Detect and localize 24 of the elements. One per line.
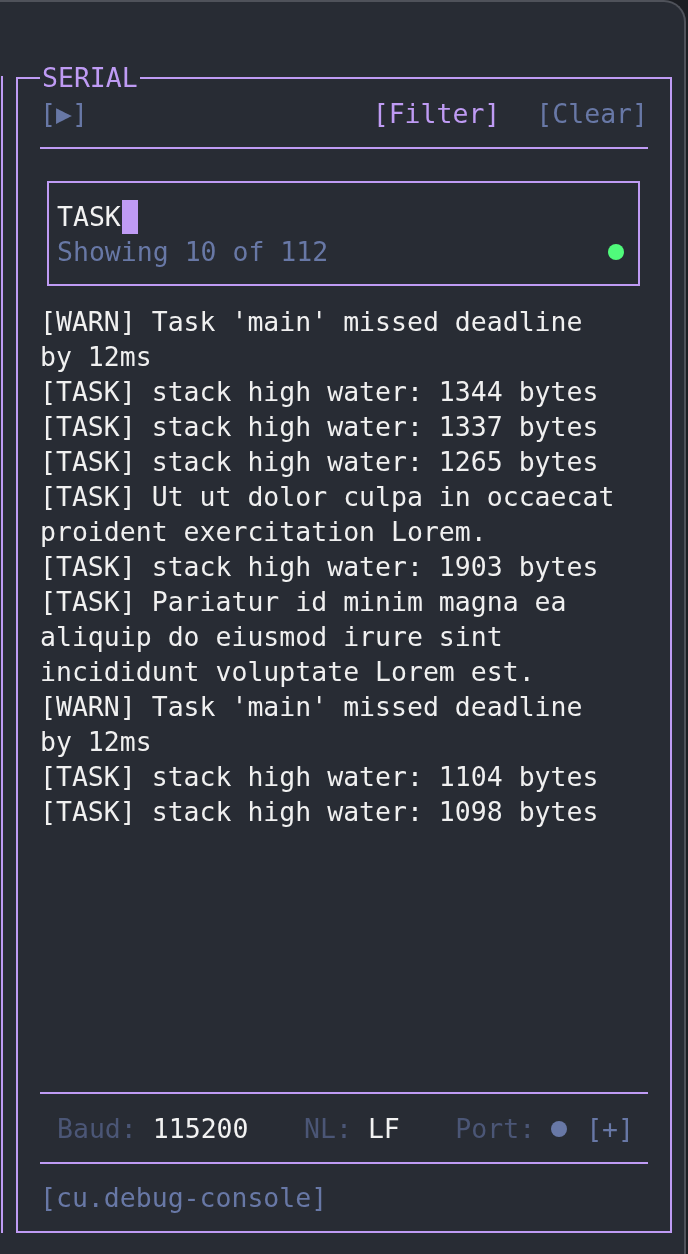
log-line: [TASK] stack high water: 1104 bytes <box>40 760 600 794</box>
log-line: [TASK] stack high water: 1344 bytes <box>40 375 600 409</box>
baud-value: 115200 <box>152 1112 249 1146</box>
log-line: [WARN] Task 'main' missed deadline by 12ms <box>40 690 584 759</box>
log-line: [TASK] stack high water: 1903 bytes <box>40 550 600 584</box>
match-count: Showing 10 of 112 <box>57 235 329 269</box>
log-line: [TASK] Pariatur id minim magna ea aliquip do eiusmod irure sint incididunt voluptate Lorem est. <box>40 585 568 689</box>
log-line: [WARN] Task 'main' missed deadline by 12ms <box>40 305 584 374</box>
log-line: [TASK] Ut ut dolor culpa in occaecat proident exercitation Lorem. <box>40 480 616 549</box>
console-name: [cu.debug-console] <box>40 1182 328 1213</box>
filter-value: TASK <box>57 200 121 234</box>
clear-button[interactable]: [Clear] <box>536 95 648 131</box>
filter-field[interactable]: TASK Showing 10 of 112 <box>47 181 640 286</box>
log-line: [TASK] stack high water: 1265 bytes <box>40 445 600 479</box>
panel-title: SERIAL <box>41 62 139 94</box>
play-button[interactable]: [▶] <box>40 95 88 131</box>
port-label: Port: <box>455 1112 536 1146</box>
log-line: [TASK] stack high water: 1337 bytes <box>40 410 600 444</box>
newline-value: LF <box>367 1112 400 1146</box>
filter-button[interactable]: [Filter] <box>372 95 501 131</box>
baud-label: Baud: <box>57 1112 137 1146</box>
add-port-button[interactable]: [+] <box>586 1111 634 1146</box>
newline-label: NL: <box>304 1112 352 1146</box>
log-line: [TASK] stack high water: 1098 bytes <box>40 795 600 829</box>
